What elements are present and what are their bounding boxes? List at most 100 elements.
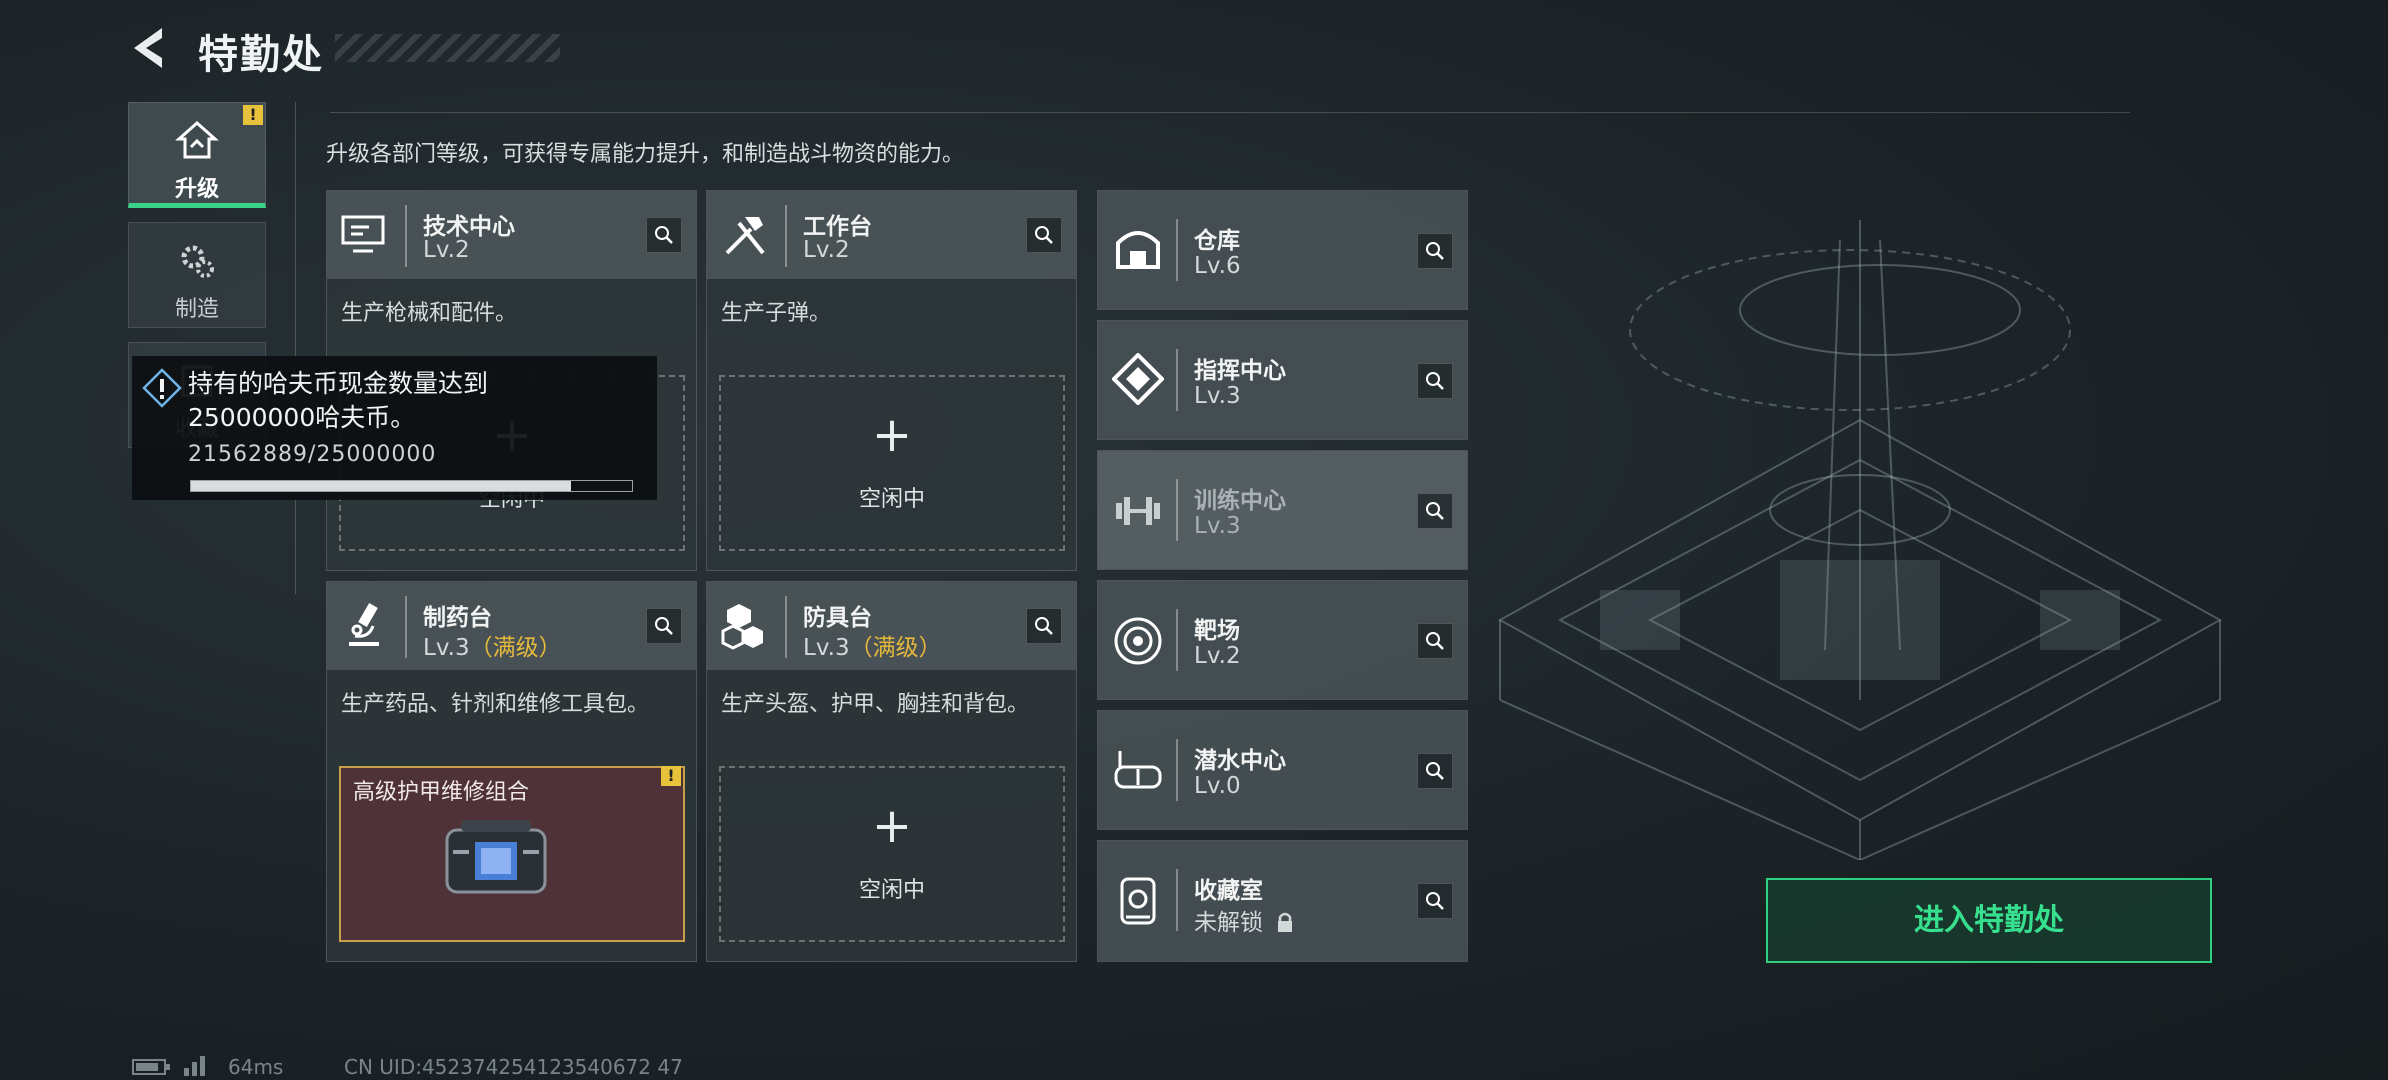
dept-card-shooting-range[interactable]: 靶场 Lv.2 [1097,580,1468,700]
plus-icon: + [871,407,913,463]
dept-name: 防具台 [803,605,872,631]
idle-production-slot[interactable]: + 空闲中 [719,766,1065,942]
warehouse-icon [1116,231,1160,269]
separator [1176,609,1178,671]
tab-upgrade[interactable]: 升级 ! [128,102,266,208]
battery-icon [132,1059,170,1075]
separator [785,596,787,658]
inspect-button[interactable] [1417,753,1453,789]
diving-goggles-icon [1114,751,1162,789]
separator [405,205,407,267]
card-header: 工作台 Lv.2 [707,191,1076,279]
dept-name: 技术中心 [423,214,515,240]
dept-level: Lv.0 [1194,773,1241,799]
search-icon [1426,242,1444,260]
search-icon [1426,632,1444,650]
search-icon [1035,617,1053,635]
separator [1176,869,1178,931]
inspect-button[interactable] [1026,217,1062,253]
command-icon [1112,353,1164,405]
dept-level: Lv.3（满级） [803,628,942,662]
dept-description: 生产枪械和配件。 [341,301,518,326]
warning-badge: ! [661,766,681,786]
separator [1176,479,1178,541]
search-icon [655,226,673,244]
idle-label: 空闲中 [858,878,925,903]
inspect-button[interactable] [1417,493,1453,529]
inspect-button[interactable] [1417,363,1453,399]
upgrade-icon [175,120,219,159]
info-diamond-icon [142,368,182,408]
separator [1176,219,1178,281]
computer-icon [341,215,385,253]
idle-label: 空闲中 [858,487,925,512]
search-icon [655,617,673,635]
max-level-tag: （满级） [849,635,942,661]
dept-card-command-center[interactable]: 指挥中心 Lv.3 [1097,320,1468,440]
dept-card-pharmacy[interactable]: 制药台 Lv.3（满级） 生产药品、针剂和维修工具包。 高级护甲维修组合 ! [326,581,697,962]
inspect-button[interactable] [1417,623,1453,659]
target-icon [1114,617,1162,665]
dept-card-diving-center[interactable]: 潜水中心 Lv.0 [1097,710,1468,830]
search-icon [1426,892,1444,910]
dept-level: Lv.2 [1194,643,1241,669]
dept-name: 靶场 [1194,618,1240,644]
inspect-button[interactable] [1417,883,1453,919]
dept-description: 生产子弹。 [721,301,832,326]
dept-level: Lv.3 [1194,513,1241,539]
back-arrow-icon[interactable] [128,24,176,72]
plus-icon: + [871,798,913,854]
search-icon [1035,226,1053,244]
idle-production-slot[interactable]: + 空闲中 [719,375,1065,551]
requirement-tooltip: 持有的哈夫币现金数量达到 25000000哈夫币。 21562889/25000… [132,356,657,500]
uid-text: CN UID:452374254123540672 47 [344,1055,683,1079]
separator [405,596,407,658]
dept-name: 训练中心 [1194,488,1286,514]
inspect-button[interactable] [1417,233,1453,269]
dept-name: 制药台 [423,605,492,631]
dept-level: Lv.3（满级） [423,628,562,662]
warning-badge: ! [243,105,263,125]
ping-text: 64ms [228,1055,284,1079]
dept-card-workbench[interactable]: 工作台 Lv.2 生产子弹。 + 空闲中 [706,190,1077,571]
dumbbell-icon [1116,497,1160,525]
progress-bar [190,480,633,492]
max-level-tag: （满级） [469,635,562,661]
dept-name: 收藏室 [1194,878,1263,904]
base-blueprint-art [1497,220,2223,860]
dept-card-training-center[interactable]: 训练中心 Lv.3 [1097,450,1468,570]
dept-card-warehouse[interactable]: 仓库 Lv.6 [1097,190,1468,310]
tools-icon [725,217,765,255]
progress-text: 21562889/25000000 [188,442,437,467]
dept-description: 生产药品、针剂和维修工具包。 [341,692,650,717]
product-name: 高级护甲维修组合 [353,780,530,805]
inspect-button[interactable] [1026,608,1062,644]
inspect-button[interactable] [646,608,682,644]
dept-card-armor-bench[interactable]: 防具台 Lv.3（满级） 生产头盔、护甲、胸挂和背包。 + 空闲中 [706,581,1077,962]
microscope-icon [349,602,379,646]
dept-name: 指挥中心 [1194,358,1286,384]
locked-label: 未解锁 [1194,910,1263,936]
inspect-button[interactable] [646,217,682,253]
dept-level: Lv.6 [1194,253,1241,279]
level-value: Lv.3 [803,635,850,661]
dept-level: Lv.3 [1194,383,1241,409]
dept-card-collection-room[interactable]: 收藏室 未解锁 [1097,840,1468,962]
separator [785,205,787,267]
separator [1176,739,1178,801]
level-value: Lv.3 [423,635,470,661]
production-item-slot[interactable]: 高级护甲维修组合 ! [339,766,685,942]
separator [1176,349,1178,411]
title-decoration [335,34,560,62]
card-header: 技术中心 Lv.2 [327,191,696,279]
search-icon [1426,372,1444,390]
tooltip-text: 持有的哈夫币现金数量达到 [188,369,489,398]
dept-name: 潜水中心 [1194,748,1286,774]
search-icon [1426,762,1444,780]
enter-special-ops-button[interactable]: 进入特勤处 [1766,878,2212,963]
divider [330,112,2130,113]
tab-label: 制造 [174,297,219,322]
card-header: 制药台 Lv.3（满级） [327,582,696,670]
tab-craft[interactable]: 制造 [128,222,266,328]
search-icon [1426,502,1444,520]
